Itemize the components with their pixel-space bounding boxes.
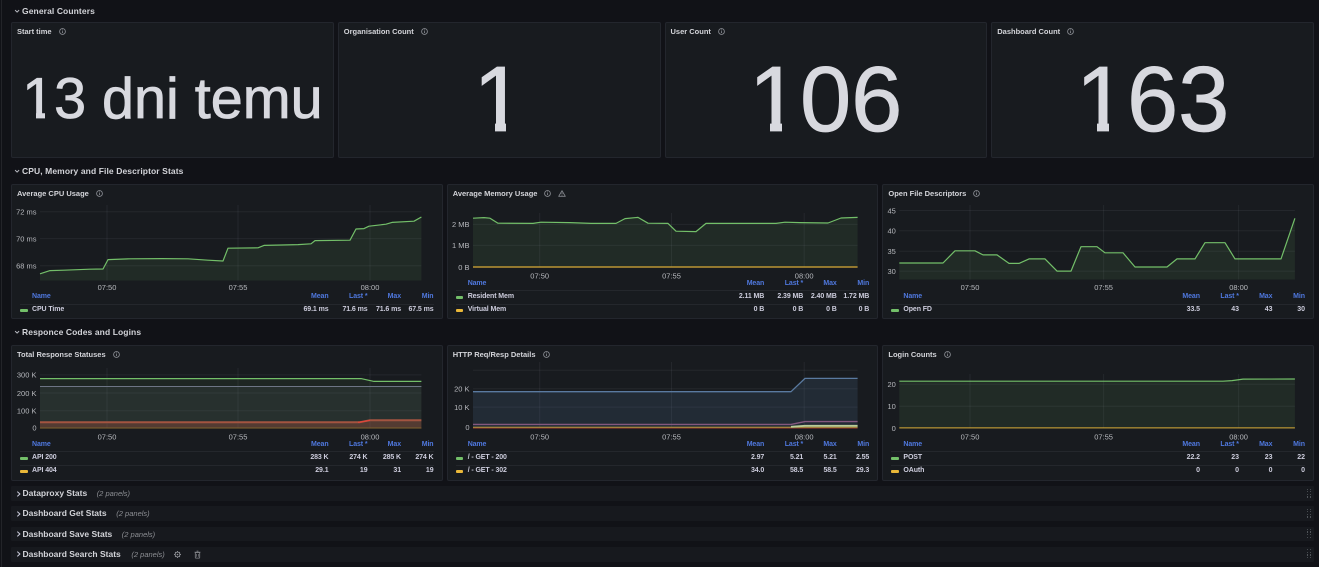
svg-text:68 ms: 68 ms bbox=[16, 262, 37, 271]
svg-text:30: 30 bbox=[888, 267, 896, 276]
svg-text:0: 0 bbox=[465, 423, 469, 432]
svg-text:10 K: 10 K bbox=[454, 403, 469, 412]
svg-text:20 K: 20 K bbox=[454, 385, 469, 394]
svg-text:0 B: 0 B bbox=[458, 263, 469, 272]
svg-text:72 ms: 72 ms bbox=[16, 208, 37, 217]
svg-text:100 K: 100 K bbox=[17, 407, 37, 416]
svg-text:200 K: 200 K bbox=[17, 389, 37, 398]
svg-text:70 ms: 70 ms bbox=[16, 234, 37, 243]
svg-text:1 MB: 1 MB bbox=[452, 241, 470, 250]
svg-text:45: 45 bbox=[888, 206, 896, 215]
svg-text:40: 40 bbox=[888, 227, 896, 236]
svg-text:20: 20 bbox=[888, 380, 896, 389]
svg-text:10: 10 bbox=[888, 402, 896, 411]
svg-text:300 K: 300 K bbox=[17, 371, 37, 380]
svg-text:2 MB: 2 MB bbox=[452, 220, 470, 229]
svg-text:0: 0 bbox=[892, 424, 896, 433]
svg-text:0: 0 bbox=[32, 424, 36, 433]
svg-text:35: 35 bbox=[888, 247, 896, 256]
